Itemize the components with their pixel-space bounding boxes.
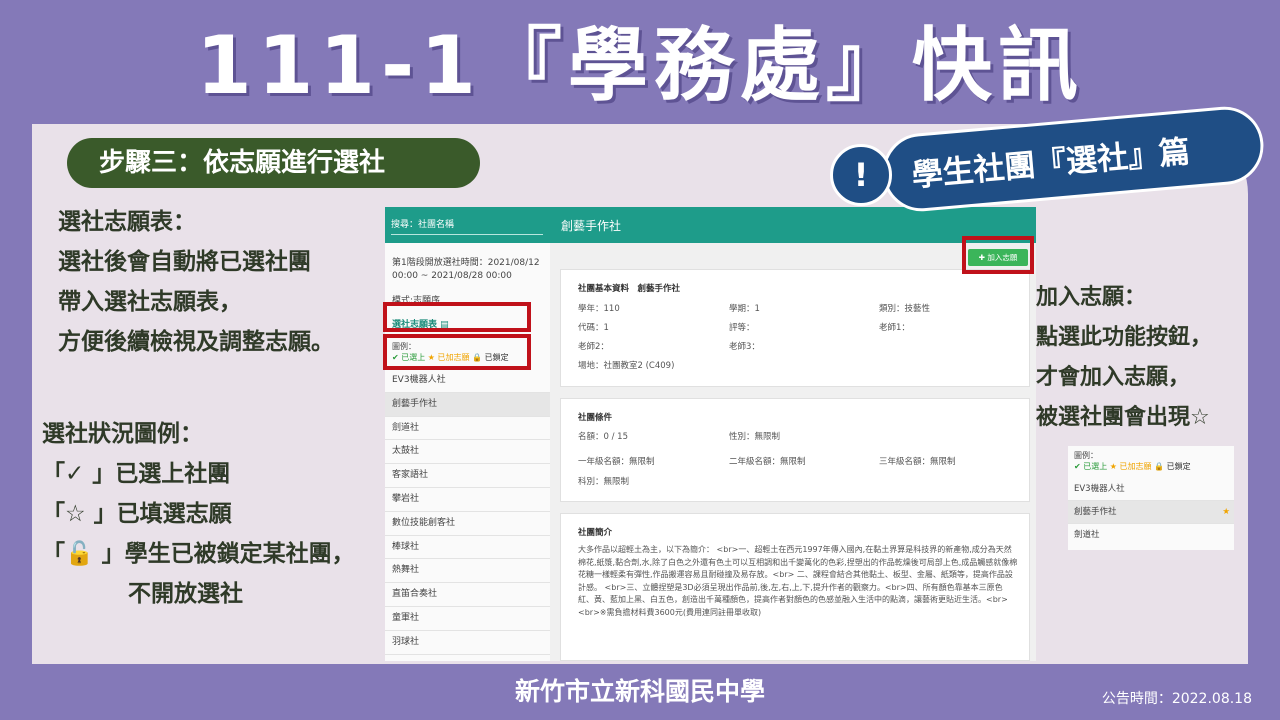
club-list-item[interactable]: 客家語社 <box>385 464 550 488</box>
club-selection-screenshot: 搜尋：社團名稱 創藝手作社 第1階段開放選社時間：2021/08/12 00:0… <box>385 207 1036 661</box>
wishlist-highlight <box>383 302 531 332</box>
wishlist-line: 選社後會自動將已選社團 <box>58 249 311 275</box>
legend-snippet: 圖例： ✔ 已選上 ★ 已加志願 🔒 已鎖定 EV3機器人社 創藝手作社 ★ 劍… <box>1068 446 1234 550</box>
club-list-item[interactable]: 攀岩社 <box>385 488 550 512</box>
lock-icon: 🔒 已鎖定 <box>1154 462 1191 471</box>
snippet-club-label: 創藝手作社 <box>1074 507 1117 517</box>
year-field: 學年：110 <box>578 304 620 314</box>
teacher3-field: 老師3： <box>729 342 760 352</box>
conditions-card: 社團條件 名額：0 / 15 性別：無限制 一年級名額：無限制 二年級名額：無限… <box>560 398 1030 502</box>
legend-highlight <box>383 334 531 370</box>
basic-info-card: 社團基本資料 創藝手作社 學年：110 學期：1 類別：技藝性 代碼：1 評等：… <box>560 269 1030 387</box>
add-button-highlight <box>962 236 1034 274</box>
star-icon: ★ 已加志願 <box>1109 462 1152 471</box>
grade2-field: 二年級名額：無限制 <box>729 457 806 467</box>
grade3-field: 三年級名額：無限制 <box>879 457 956 467</box>
announce-date: 公告時間：2022.08.18 <box>1101 691 1252 707</box>
add-wish-explanation: 加入志願： 點選此功能按鈕， 才會加入志願， 被選社團會出現☆ <box>1036 278 1212 438</box>
club-list-item[interactable]: 熱舞社 <box>385 559 550 584</box>
snippet-club-item[interactable]: EV3機器人社 <box>1068 478 1234 501</box>
intro-header: 社團簡介 <box>578 528 613 538</box>
legend-locked-line: 「🔓 」學生已被鎖定某社團， <box>42 541 355 567</box>
wishlist-line: 方便後續檢視及調整志願。 <box>58 329 334 355</box>
club-list-item[interactable]: EV3機器人社 <box>385 369 550 393</box>
club-list-item[interactable]: 太鼓社 <box>385 440 550 465</box>
club-list-item-active[interactable]: 創藝手作社 <box>385 392 550 417</box>
venue-field: 場地：社團教室2 (C409) <box>578 361 675 371</box>
add-wish-line: 才會加入志願， <box>1036 365 1191 390</box>
add-wish-line: 被選社團會出現☆ <box>1036 405 1210 430</box>
status-legend-explanation: 選社狀況圖例： 「✓ 」已選上社團 「☆ 」已填選志願 「🔓 」學生已被鎖定某社… <box>42 414 355 614</box>
teacher1-field: 老師1： <box>879 323 910 333</box>
club-list: EV3機器人社 創藝手作社 劍道社 太鼓社 客家語社 攀岩社 數位技能創客社 棒… <box>385 369 550 655</box>
phase-time: 第1階段開放選社時間：2021/08/12 00:00 ~ 2021/08/28… <box>392 258 540 281</box>
club-list-item[interactable]: 劍道社 <box>385 417 550 441</box>
club-list-item[interactable]: 數位技能創客社 <box>385 512 550 536</box>
teacher2-field: 老師2： <box>578 342 609 352</box>
grading-field: 評等： <box>729 323 755 333</box>
search-input[interactable]: 搜尋：社團名稱 <box>391 217 543 235</box>
intro-text: 大多作品以超輕土為主，以下為簡介： <br>一、超輕土在西元1997年傳入國內,… <box>578 545 1018 617</box>
semester-field: 學期：1 <box>729 304 760 314</box>
wishlist-heading: 選社志願表： <box>58 209 196 235</box>
category-field: 類別：技藝性 <box>879 304 931 314</box>
legend-heading: 選社狀況圖例： <box>42 421 203 447</box>
basic-info-header: 社團基本資料 創藝手作社 <box>578 284 681 294</box>
gender-field: 性別：無限制 <box>729 432 781 442</box>
intro-card: 社團簡介 大多作品以超輕土為主，以下為簡介： <br>一、超輕土在西元1997年… <box>560 513 1030 661</box>
top-bar: 搜尋：社團名稱 創藝手作社 <box>385 207 1036 243</box>
club-title: 創藝手作社 <box>561 219 622 233</box>
school-name: 新竹市立新科國民中學 <box>514 677 765 706</box>
legend-locked-line-2: 不開放選社 <box>128 581 243 607</box>
code-field: 代碼：1 <box>578 323 609 333</box>
wishlist-line: 帶入選社志願表， <box>58 289 242 315</box>
snippet-legend-label: 圖例： <box>1074 451 1098 460</box>
add-wish-line: 點選此功能按鈕， <box>1036 325 1213 350</box>
legend-selected-line: 「✓ 」已選上社團 <box>42 461 231 487</box>
club-list-item[interactable]: 棒球社 <box>385 536 550 560</box>
snippet-legend-row: ✔ 已選上 ★ 已加志願 🔒 已鎖定 <box>1074 461 1191 472</box>
check-icon: ✔ 已選上 <box>1074 462 1108 471</box>
exclamation-icon: ! <box>830 144 892 206</box>
club-list-item[interactable]: 直笛合奏社 <box>385 583 550 607</box>
club-list-item[interactable]: 童軍社 <box>385 607 550 631</box>
conditions-header: 社團條件 <box>578 413 613 423</box>
club-list-item[interactable]: 羽球社 <box>385 631 550 655</box>
quota-field: 名額：0 / 15 <box>578 432 628 442</box>
page-title: 111-1『學務處』快訊 <box>196 19 1084 112</box>
star-icon: ★ <box>1222 507 1230 517</box>
wishlist-explanation: 選社志願表： 選社後會自動將已選社團 帶入選社志願表， 方便後續檢視及調整志願。 <box>58 202 334 362</box>
grade1-field: 一年級名額：無限制 <box>578 457 655 467</box>
dept-field: 科別：無限制 <box>578 477 630 487</box>
snippet-club-item-starred[interactable]: 創藝手作社 ★ <box>1068 501 1234 524</box>
snippet-club-item[interactable]: 劍道社 <box>1068 524 1234 547</box>
legend-wish-line: 「☆ 」已填選志願 <box>42 501 232 527</box>
step-label: 步驟三：依志願進行選社 <box>67 138 480 188</box>
add-wish-heading: 加入志願： <box>1036 285 1147 310</box>
